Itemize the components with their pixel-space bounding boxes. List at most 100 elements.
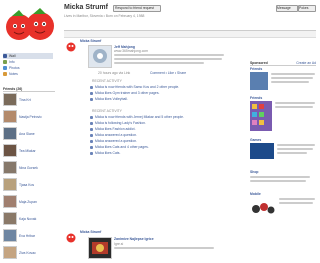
message-label: Message [277,6,291,10]
friend-item[interactable]: Nina Gorsek [3,161,55,174]
ad-text [277,148,313,150]
post-link-thumbnail[interactable] [88,45,112,68]
ad-image [250,72,268,90]
friend-item[interactable]: Tea Mlakar [3,144,55,157]
sidebar-item-label: Photos [9,66,20,70]
recent-activity-list: Micka is now friends with Jernej Mlakar … [90,114,240,156]
ad-block[interactable]: Friends [250,67,316,93]
friend-avatar [3,110,17,123]
like-icon [90,151,93,155]
friend-name: Eva Hribar [19,233,36,238]
ad-text [279,202,313,204]
post-link-subtitle: Igre.si [114,242,124,246]
post-author[interactable]: Micka Strumf [80,39,101,43]
friends-title: Friends (26) [3,87,23,91]
question-icon [90,139,93,143]
wall-icon [3,54,7,58]
sidebar-item-label: Notes [9,72,18,76]
question-icon [90,133,93,137]
post-author-avatar[interactable] [66,39,76,52]
post-author-avatar[interactable] [66,230,76,243]
friend-name: Maja Zupan [19,199,37,204]
friend-name: Kaja Novak [19,216,37,221]
ad-image [250,143,274,159]
ad-text [279,198,315,200]
photos-icon [3,66,7,70]
friend-name: Nina Gorsek [19,165,38,170]
friend-icon [90,85,93,89]
pokes-button[interactable]: Pokes [298,5,316,12]
friend-name: Ana Slane [19,131,35,136]
ad-text [250,180,306,182]
respond-request-button[interactable]: Respond to friend request [113,5,161,12]
pokes-label: Pokes [299,6,309,10]
friend-name: Tjasa Kos [19,182,35,187]
ad-title: Friends [250,96,263,100]
friend-item[interactable]: Maja Zupan [3,195,55,208]
ad-text [275,102,315,104]
post-actions[interactable]: Comment • Like • Share [150,71,186,75]
like-icon [90,127,93,131]
friend-item[interactable]: Ziva Kovac [3,246,55,259]
activity-text: Micka likes Cats and 4 other pages. [95,145,149,149]
friend-avatar [3,229,17,242]
profile-picture[interactable] [2,2,59,50]
friend-avatar [3,127,17,140]
activity-text: Micka likes Gym trainer and 3 other page… [95,91,160,95]
friend-item[interactable]: Ana Slane [3,127,55,140]
post-link-subtitle: www.365mahjong.com [114,49,149,53]
activity-item[interactable]: Micka likes Volleyball. [90,96,240,102]
create-ad-link[interactable]: Create an Ad [296,61,316,65]
message-button[interactable]: Message [276,5,298,12]
friend-avatar [3,212,17,225]
sidebar-item-label: Info [9,60,15,64]
ad-block[interactable]: Friends [250,96,316,134]
ad-block[interactable]: Shop [250,170,316,190]
post-author[interactable]: Micka Strumf [80,230,101,234]
activity-text: Micka likes Fashion addict. [95,127,136,131]
like-icon [90,145,93,149]
activity-item[interactable]: Micka likes Cats. [90,150,240,156]
ad-text [277,144,315,146]
recent-activity-list: Micka is now friends with Samo Kos and 2… [90,84,240,102]
friend-name: Nastja Petrovic [19,114,42,119]
ad-block[interactable]: Games [250,138,316,168]
sponsored-title: Sponsored [250,61,268,65]
friend-avatar [3,144,17,157]
friend-name: Tina Krt [19,97,31,102]
post-link-description [114,247,214,249]
friend-name: Tea Mlakar [19,148,36,153]
friend-item[interactable]: Eva Hribar [3,229,55,242]
ad-image [250,101,272,131]
post-link-thumbnail[interactable] [88,237,112,259]
like-icon [90,91,93,95]
share-box[interactable] [64,31,316,38]
friend-item[interactable]: Kaja Novak [3,212,55,225]
ad-block[interactable]: Mobile [250,192,316,218]
activity-text: Micka answered a question. [95,139,138,143]
post-link-title[interactable]: Zanimive Najlepse Igrice [114,237,154,241]
activity-text: Micka answered a question. [95,133,138,137]
friend-avatar [3,246,17,259]
post-timestamp: 20 hours ago via Link [98,71,131,75]
ad-title: Mobile [250,192,261,196]
respond-request-label: Respond to friend request [115,6,155,10]
friend-avatar [3,195,17,208]
notes-icon [3,72,7,76]
profile-info-line: Lives in Maribor, Slovenia • Born on Feb… [64,14,145,18]
friend-item[interactable]: Nastja Petrovic [3,110,55,123]
friend-item[interactable]: Tina Krt [3,93,55,106]
ad-title: Games [250,138,262,142]
ad-text [271,77,313,79]
sidebar-item-notes[interactable]: Notes [3,71,53,77]
ad-title: Shop [250,170,259,174]
post-link-description [114,62,204,64]
ad-text [271,73,315,75]
friend-item[interactable]: Tjasa Kos [3,178,55,191]
ad-title: Friends [250,67,263,71]
ad-text [271,81,309,83]
friend-avatar [3,93,17,106]
activity-text: Micka is now friends with Samo Kos and 2… [95,85,180,89]
like-icon [90,97,93,101]
info-icon [3,60,7,64]
